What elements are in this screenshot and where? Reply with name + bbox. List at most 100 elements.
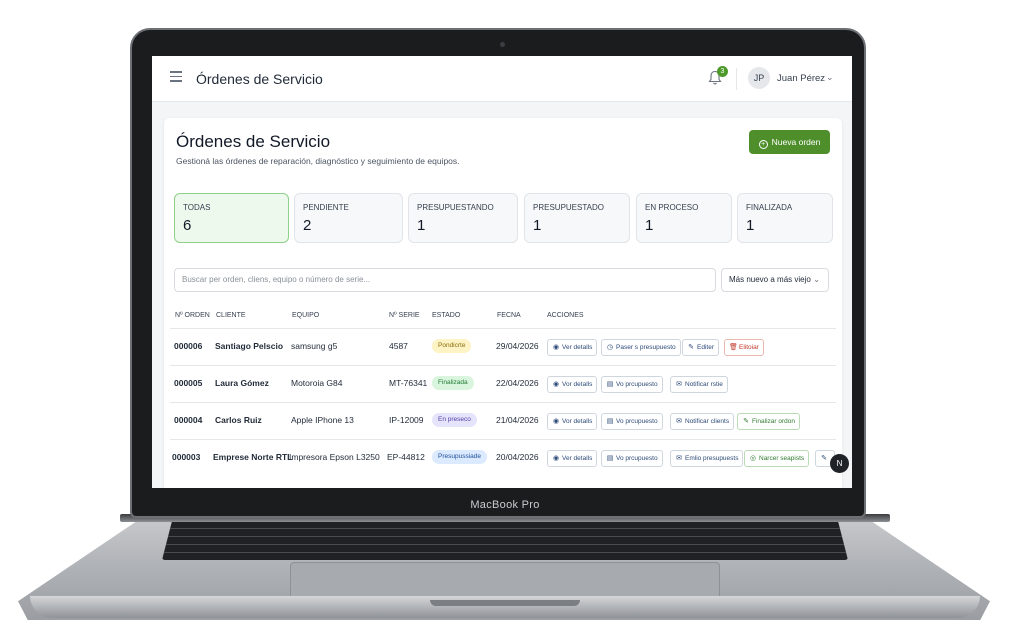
keyboard <box>162 520 848 560</box>
webcam <box>500 42 505 47</box>
tab-count: 6 <box>183 217 192 234</box>
action-label: Finalizar ordon <box>752 418 795 425</box>
order-date: 21/04/2026 <box>496 415 539 425</box>
tab-count: 2 <box>303 217 312 234</box>
table-row[interactable]: 000003 Emprese Norte RTL Impresora Epson… <box>170 439 836 475</box>
send-budget-button[interactable]: ✉ Emlio presupuests <box>670 450 744 467</box>
sort-select[interactable]: Más nuevo a más viejo ⌄ <box>721 268 829 292</box>
status-tabs: TODAS 6 PENDIENTE 2 PRESUPUESTANDO 1 PRE… <box>174 193 834 243</box>
order-number: 000005 <box>174 378 203 388</box>
order-number: 000004 <box>174 415 203 425</box>
tab-finalizada[interactable]: FINALIZADA 1 <box>737 193 833 243</box>
table-row[interactable]: 000006 Santiago Pelscio samsung g5 4587 … <box>170 328 836 364</box>
action-label: Elitoiar <box>739 344 759 351</box>
tab-label: FINALIZADA <box>746 203 793 212</box>
tab-count: 1 <box>645 217 654 234</box>
view-budget-button[interactable]: ▤ Vo prcupuesto <box>601 413 663 430</box>
eye-icon: ◉ <box>552 455 560 462</box>
delete-button[interactable]: 🗑Elitoiar <box>724 339 764 356</box>
search-input[interactable]: Buscar per orden, cliens, equipo o númer… <box>174 268 716 292</box>
tab-presupuestado[interactable]: PRESUPUESTADO 1 <box>524 193 630 243</box>
page-title: Órdenes de Servicio <box>176 132 331 151</box>
tab-label: PRESUPUESTADO <box>533 203 604 212</box>
new-order-label: Nueva orden <box>771 137 821 147</box>
client-name: Santiago Pelscio <box>215 341 284 351</box>
notify-client-button[interactable]: ✉ Notificar clients <box>670 413 735 430</box>
avatar[interactable]: JP <box>748 67 770 89</box>
equipment: Apple IPhone 13 <box>291 415 354 425</box>
pencil-icon: ✎ <box>688 344 694 351</box>
view-budget-button[interactable]: ▤ Vo prcupuesto <box>601 376 663 393</box>
document-icon: ▤ <box>606 381 614 388</box>
tab-label: TODAS <box>183 203 211 212</box>
order-number: 000003 <box>172 452 201 462</box>
document-icon: ▤ <box>606 418 614 425</box>
equipment: Impresora Epson L3250 <box>289 452 380 462</box>
action-label: Notificar rstie <box>685 381 723 388</box>
col-header-fecha: FECNA <box>497 312 521 319</box>
table-row[interactable]: 000005 Laura Gómez Motoroia G84 MT-76341… <box>170 365 836 401</box>
view-details-button[interactable]: ◉ Vor detalls <box>547 376 598 393</box>
action-label: Ver detalls <box>562 455 593 462</box>
lid-notch <box>430 600 580 606</box>
notify-client-button[interactable]: ✉ Notificar rstie <box>670 376 728 393</box>
tab-presupuestando[interactable]: PRESUPUESTANDO 1 <box>408 193 518 243</box>
action-label: Paser s presupuesto <box>616 344 676 351</box>
status-badge: Presupussiade <box>432 450 487 464</box>
order-date: 29/04/2026 <box>496 341 539 351</box>
action-label: Vor detalls <box>562 418 593 425</box>
view-details-button[interactable]: ◉ Ver detalls <box>547 450 598 467</box>
equipment: Motoroia G84 <box>291 378 343 388</box>
tab-pendiente[interactable]: PENDIENTE 2 <box>294 193 403 243</box>
order-date: 22/04/2026 <box>496 378 539 388</box>
document-icon: ▤ <box>606 455 614 462</box>
notification-badge: 3 <box>717 66 728 77</box>
action-label: Ver detalls <box>562 344 593 351</box>
action-label: Vo prcupuesto <box>616 418 658 425</box>
sort-value: Más nuevo a más viejo <box>729 275 811 284</box>
tab-label: EN PROCESO <box>645 203 699 212</box>
tab-en-proceso[interactable]: EN PROCESO 1 <box>636 193 732 243</box>
action-label: Vo prcupuesto <box>616 455 658 462</box>
topbar-divider <box>736 68 737 90</box>
mail-icon: ✉ <box>676 418 682 425</box>
orders-card: Órdenes de Servicio Gestioná las órdenes… <box>164 118 842 488</box>
new-order-button[interactable]: + Nueva orden <box>749 130 830 154</box>
action-label: Vo prcupuesto <box>616 381 658 388</box>
page-subtitle: Gestioná las órdenes de reparación, diag… <box>176 156 460 166</box>
pencil-icon: ✎ <box>821 455 827 462</box>
view-details-button[interactable]: ◉ Ver detalls <box>547 339 598 356</box>
col-header-orden: Nº ORDEN <box>175 312 210 319</box>
col-header-cliente: CLIENTE <box>216 312 246 319</box>
floating-action-button[interactable]: N <box>830 454 849 473</box>
to-budget-button[interactable]: ◷ Paser s presupuesto <box>601 339 681 356</box>
chevron-down-icon: ⌄ <box>813 275 820 284</box>
trash-icon: 🗑 <box>729 344 738 351</box>
status-badge: Finalizada <box>432 376 474 390</box>
screen: Órdenes de Servicio 3 JP Juan Pérez ⌄ Ór… <box>152 56 852 488</box>
user-name[interactable]: Juan Pérez <box>777 73 825 84</box>
action-label: Notificar clients <box>685 418 730 425</box>
order-date: 20/04/2026 <box>496 452 539 462</box>
finish-order-button[interactable]: ✎ Finalizar ordon <box>737 413 800 430</box>
menu-icon[interactable] <box>170 71 182 82</box>
topbar: Órdenes de Servicio 3 JP Juan Pérez ⌄ <box>152 56 852 102</box>
tab-todas[interactable]: TODAS 6 <box>174 193 289 243</box>
pencil-icon: ✎ <box>743 418 749 425</box>
app-title: Órdenes de Servicio <box>196 71 323 87</box>
view-budget-button[interactable]: ▤ Vo prcupuesto <box>601 450 663 467</box>
col-header-serie: Nº SERIE <box>389 312 420 319</box>
eye-icon: ◉ <box>552 418 560 425</box>
tab-count: 1 <box>746 217 755 234</box>
table-row[interactable]: 000004 Carlos Ruiz Apple IPhone 13 IP-12… <box>170 402 836 438</box>
approve-budget-button[interactable]: ◎ Narcer seapists <box>744 450 810 467</box>
tab-label: PRESUPUESTANDO <box>417 203 494 212</box>
serial-number: 4587 <box>389 341 408 351</box>
tab-count: 1 <box>417 217 426 234</box>
edit-button[interactable]: ✎ Editer <box>682 339 719 356</box>
client-name: Emprese Norte RTL <box>213 452 293 462</box>
check-circle-icon: ◎ <box>749 455 757 462</box>
chevron-down-icon[interactable]: ⌄ <box>826 72 834 83</box>
plus-circle-icon: + <box>758 140 768 149</box>
view-details-button[interactable]: ◉ Vor detalls <box>547 413 598 430</box>
